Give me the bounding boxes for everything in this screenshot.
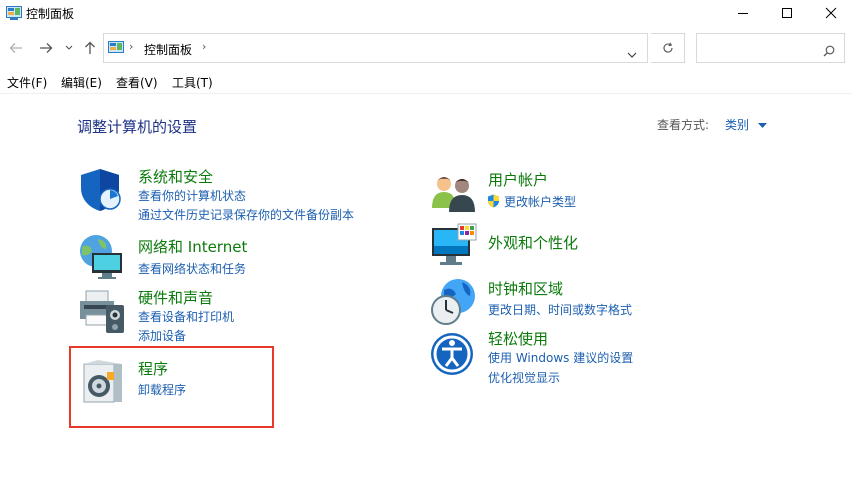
network-globe-icon[interactable] bbox=[78, 233, 126, 281]
close-button[interactable] bbox=[808, 0, 852, 26]
breadcrumb-separator-icon: › bbox=[129, 40, 134, 53]
minimize-button[interactable] bbox=[720, 0, 766, 26]
breadcrumb-chevron-icon[interactable]: › bbox=[202, 40, 206, 53]
link-change-account-type[interactable]: 更改帐户类型 bbox=[504, 193, 576, 210]
category-hardware-sound[interactable]: 硬件和声音 bbox=[138, 287, 213, 308]
link-devices-printers[interactable]: 查看设备和打印机 bbox=[138, 308, 234, 325]
address-dropdown-button[interactable] bbox=[627, 44, 637, 63]
recent-locations-button[interactable] bbox=[62, 38, 76, 58]
menu-view[interactable]: 查看(V) bbox=[116, 74, 158, 91]
up-button[interactable] bbox=[80, 38, 100, 58]
link-change-date-time-format[interactable]: 更改日期、时间或数字格式 bbox=[488, 301, 632, 318]
back-button[interactable] bbox=[6, 38, 26, 58]
page-title: 调整计算机的设置 bbox=[77, 118, 198, 136]
view-by-value: 类别 bbox=[725, 118, 750, 132]
ease-of-access-icon[interactable] bbox=[430, 330, 478, 378]
category-clock-region[interactable]: 时钟和区域 bbox=[488, 278, 563, 299]
view-by-label: 查看方式: bbox=[657, 118, 710, 132]
search-icon bbox=[823, 42, 835, 61]
title-bar: 控制面板 bbox=[0, 0, 852, 26]
address-bar[interactable]: › 控制面板 › bbox=[103, 33, 648, 63]
breadcrumb-item[interactable]: 控制面板 bbox=[144, 41, 192, 58]
menu-tools[interactable]: 工具(T) bbox=[172, 74, 213, 91]
category-network-internet[interactable]: 网络和 Internet bbox=[138, 236, 247, 257]
chevron-down-icon bbox=[627, 52, 637, 58]
forward-button[interactable] bbox=[36, 38, 56, 58]
dropdown-triangle-icon bbox=[757, 122, 767, 128]
category-user-accounts[interactable]: 用户帐户 bbox=[488, 169, 548, 190]
window-title: 控制面板 bbox=[26, 7, 75, 21]
link-file-history-backup[interactable]: 通过文件历史记录保存你的文件备份副本 bbox=[138, 206, 354, 223]
appearance-monitor-icon[interactable] bbox=[430, 222, 478, 270]
refresh-button[interactable] bbox=[651, 33, 685, 63]
link-windows-recommended-settings[interactable]: 使用 Windows 建议的设置 bbox=[488, 349, 633, 366]
maximize-icon bbox=[782, 8, 792, 18]
link-view-computer-status[interactable]: 查看你的计算机状态 bbox=[138, 187, 246, 204]
menu-edit[interactable]: 编辑(E) bbox=[61, 74, 102, 91]
maximize-button[interactable] bbox=[764, 0, 810, 26]
link-optimize-visual-display[interactable]: 优化视觉显示 bbox=[488, 369, 560, 386]
navigation-row: › 控制面板 › bbox=[0, 30, 852, 66]
printer-speaker-icon[interactable] bbox=[78, 287, 126, 335]
menu-file[interactable]: 文件(F) bbox=[7, 74, 47, 91]
control-panel-icon bbox=[6, 5, 22, 25]
close-icon bbox=[825, 7, 837, 19]
back-arrow-icon bbox=[9, 43, 22, 53]
user-accounts-icon[interactable] bbox=[430, 170, 478, 218]
chevron-down-icon bbox=[65, 45, 73, 50]
forward-arrow-icon bbox=[40, 43, 53, 53]
highlight-box bbox=[69, 346, 274, 428]
view-by-dropdown[interactable]: 类别 bbox=[725, 116, 767, 133]
link-add-device[interactable]: 添加设备 bbox=[138, 327, 186, 344]
menu-bar: 文件(F) 编辑(E) 查看(V) 工具(T) bbox=[0, 70, 852, 94]
control-panel-small-icon bbox=[108, 40, 124, 60]
clock-globe-icon[interactable] bbox=[430, 278, 478, 326]
category-system-security[interactable]: 系统和安全 bbox=[138, 166, 213, 187]
category-ease-of-access[interactable]: 轻松使用 bbox=[488, 328, 548, 349]
link-network-status[interactable]: 查看网络状态和任务 bbox=[138, 260, 246, 277]
uac-shield-icon bbox=[487, 193, 500, 212]
category-appearance-personalization[interactable]: 外观和个性化 bbox=[488, 232, 578, 253]
search-input[interactable] bbox=[696, 33, 845, 63]
minimize-icon bbox=[738, 13, 748, 14]
up-arrow-icon bbox=[85, 41, 95, 54]
shield-icon[interactable] bbox=[78, 166, 126, 214]
refresh-icon bbox=[663, 42, 673, 53]
